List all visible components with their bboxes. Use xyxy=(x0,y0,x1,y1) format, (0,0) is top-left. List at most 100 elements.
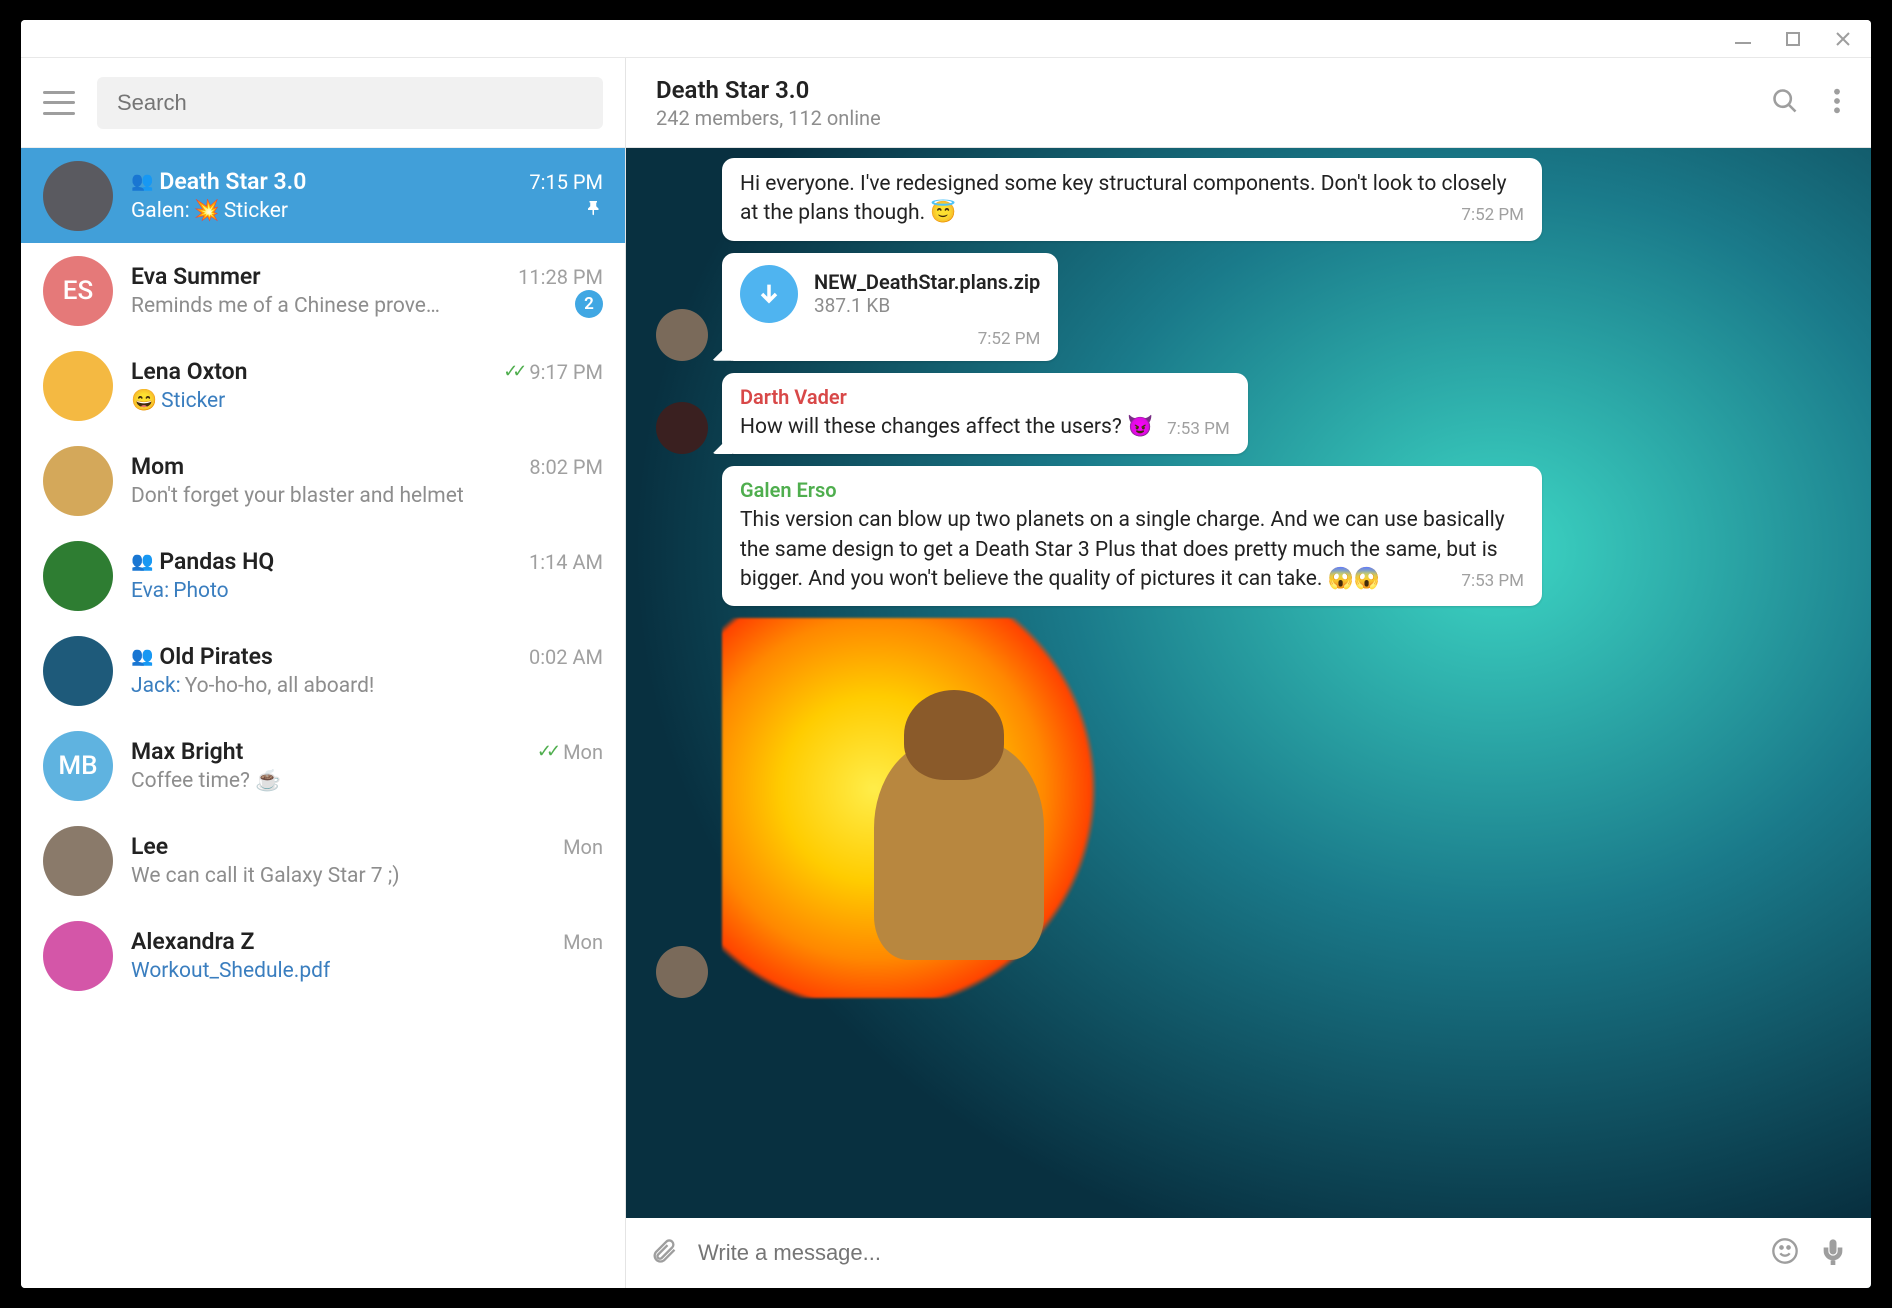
message-avatar xyxy=(656,946,708,998)
chat-list[interactable]: 👥Death Star 3.07:15 PMGalen: 💥 StickerES… xyxy=(21,148,625,1288)
message-row: Galen Erso This version can blow up two p… xyxy=(656,466,1841,606)
avatar xyxy=(43,541,113,611)
compose-input[interactable] xyxy=(698,1240,1751,1266)
file-name: NEW_DeathStar.plans.zip xyxy=(814,270,1040,294)
group-icon: 👥 xyxy=(131,171,153,192)
chat-name: Mom xyxy=(131,453,184,480)
avatar xyxy=(43,636,113,706)
chat-time: 8:02 PM xyxy=(529,455,603,479)
chat-item[interactable]: MB Max Bright ✓✓ Mon Coffee time? ☕ xyxy=(21,718,625,813)
message-text: This version can blow up two planets on … xyxy=(740,508,1505,591)
group-icon: 👥 xyxy=(131,551,153,572)
chat-preview: Galen: 💥 Sticker xyxy=(131,199,288,223)
message-time: 7:53 PM xyxy=(1461,571,1524,591)
message-row: Darth VaderHow will these changes affect… xyxy=(656,373,1841,454)
chat-item[interactable]: LeeMonWe can call it Galaxy Star 7 ;) xyxy=(21,813,625,908)
main-area: 👥Death Star 3.07:15 PMGalen: 💥 StickerES… xyxy=(21,58,1871,1288)
header-actions xyxy=(1771,87,1841,119)
message-time: 7:53 PM xyxy=(1167,419,1230,439)
chat-subtitle: 242 members, 112 online xyxy=(656,106,1771,130)
chat-item-body: Lena Oxton✓✓9:17 PM😄 Sticker xyxy=(131,358,603,413)
message-bubble[interactable]: Darth VaderHow will these changes affect… xyxy=(722,373,1248,454)
chat-time: 7:15 PM xyxy=(529,170,603,194)
message-bubble[interactable]: Galen Erso This version can blow up two p… xyxy=(722,466,1542,606)
read-checks-icon: ✓✓ xyxy=(537,741,555,762)
avatar xyxy=(43,446,113,516)
more-icon[interactable] xyxy=(1833,87,1841,119)
pin-icon xyxy=(585,198,603,221)
message-avatar xyxy=(656,554,708,606)
mic-icon[interactable] xyxy=(1819,1237,1847,1269)
chat-time: 11:28 PM xyxy=(518,265,603,289)
chat-time: Mon xyxy=(563,740,603,764)
chat-time: 0:02 AM xyxy=(529,645,603,669)
compose-bar xyxy=(626,1218,1871,1288)
search-box[interactable] xyxy=(97,77,603,129)
search-icon[interactable] xyxy=(1771,87,1799,119)
emoji-icon[interactable] xyxy=(1771,1237,1799,1269)
message-text: Hi everyone. I've redesigned some key st… xyxy=(740,172,1507,225)
message-sender: Galen Erso xyxy=(740,478,1524,502)
chat-item[interactable]: 👥Old Pirates0:02 AMJack: Yo-ho-ho, all a… xyxy=(21,623,625,718)
chat-item[interactable]: Lena Oxton✓✓9:17 PM😄 Sticker xyxy=(21,338,625,433)
attach-icon[interactable] xyxy=(650,1237,678,1269)
chat-preview: Coffee time? ☕ xyxy=(131,769,281,793)
maximize-icon[interactable] xyxy=(1783,29,1803,49)
chat-item-body: Eva Summer 11:28 PM Reminds me of a Chines… xyxy=(131,263,603,318)
chat-item[interactable]: Mom 8:02 PM Don't forget your blaster and … xyxy=(21,433,625,528)
conversation-pane: Death Star 3.0 242 members, 112 online H… xyxy=(626,58,1871,1288)
chat-name: Lena Oxton xyxy=(131,358,248,385)
chat-time: Mon xyxy=(563,930,603,954)
message-bubble[interactable]: Hi everyone. I've redesigned some key st… xyxy=(722,158,1542,241)
chat-time: 1:14 AM xyxy=(529,550,603,574)
message-bubble[interactable]: NEW_DeathStar.plans.zip387.1 KB7:52 PM xyxy=(722,253,1058,361)
message-row: NEW_DeathStar.plans.zip387.1 KB7:52 PM xyxy=(656,253,1841,361)
chat-preview: 😄 Sticker xyxy=(131,389,225,413)
unread-badge: 2 xyxy=(575,290,603,318)
chat-item-body: Alexandra Z Mon Workout_Shedule.pdf xyxy=(131,928,603,983)
chat-preview: Reminds me of a Chinese prove… xyxy=(131,294,440,318)
chat-header[interactable]: Death Star 3.0 242 members, 112 online xyxy=(626,58,1871,148)
message-row: Hi everyone. I've redesigned some key st… xyxy=(656,158,1841,241)
message-sender: Darth Vader xyxy=(740,385,1230,409)
menu-icon[interactable] xyxy=(43,91,75,115)
avatar xyxy=(43,921,113,991)
download-icon[interactable] xyxy=(740,265,798,323)
minimize-icon[interactable] xyxy=(1733,29,1753,49)
chat-header-info: Death Star 3.0 242 members, 112 online xyxy=(656,76,1771,130)
chat-name: Eva Summer xyxy=(131,263,261,290)
chat-item-body: Max Bright ✓✓ Mon Coffee time? ☕ xyxy=(131,738,603,793)
close-icon[interactable] xyxy=(1833,29,1853,49)
message-avatar xyxy=(656,402,708,454)
chat-name: 👥Death Star 3.0 xyxy=(131,168,306,195)
window-titlebar xyxy=(21,20,1871,58)
avatar: MB xyxy=(43,731,113,801)
chat-item[interactable]: ESEva Summer11:28 PMReminds me of a Chin… xyxy=(21,243,625,338)
chat-item-body: 👥Old Pirates0:02 AMJack: Yo-ho-ho, all a… xyxy=(131,643,603,698)
chat-preview: Don't forget your blaster and helmet xyxy=(131,484,464,508)
avatar xyxy=(43,351,113,421)
app-window: 👥Death Star 3.07:15 PMGalen: 💥 StickerES… xyxy=(21,20,1871,1288)
chat-preview: Workout_Shedule.pdf xyxy=(131,959,330,983)
chat-item[interactable]: 👥Death Star 3.0 7:15 PM Galen: 💥 Sticker xyxy=(21,148,625,243)
avatar xyxy=(43,161,113,231)
chat-name: Max Bright xyxy=(131,738,243,765)
chat-item-body: 👥Pandas HQ1:14 AMEva: Photo xyxy=(131,548,603,603)
chat-preview: Eva: Photo xyxy=(131,579,229,603)
chat-name: Lee xyxy=(131,833,168,860)
avatar xyxy=(43,826,113,896)
search-input[interactable] xyxy=(117,90,583,116)
chat-time: 9:17 PM xyxy=(529,360,603,384)
message-avatar xyxy=(656,189,708,241)
chat-item[interactable]: Alexandra Z Mon Workout_Shedule.pdf xyxy=(21,908,625,1003)
message-list[interactable]: Hi everyone. I've redesigned some key st… xyxy=(626,148,1871,1218)
sticker[interactable] xyxy=(722,618,1102,998)
message-row xyxy=(656,618,1841,998)
chat-preview: We can call it Galaxy Star 7 ;) xyxy=(131,864,400,888)
chat-name: Alexandra Z xyxy=(131,928,254,955)
sidebar: 👥Death Star 3.07:15 PMGalen: 💥 StickerES… xyxy=(21,58,626,1288)
chat-item-body: 👥Death Star 3.0 7:15 PM Galen: 💥 Sticker xyxy=(131,168,603,223)
sidebar-header xyxy=(21,58,625,148)
chat-item[interactable]: 👥Pandas HQ1:14 AMEva: Photo xyxy=(21,528,625,623)
chat-title: Death Star 3.0 xyxy=(656,76,1771,104)
